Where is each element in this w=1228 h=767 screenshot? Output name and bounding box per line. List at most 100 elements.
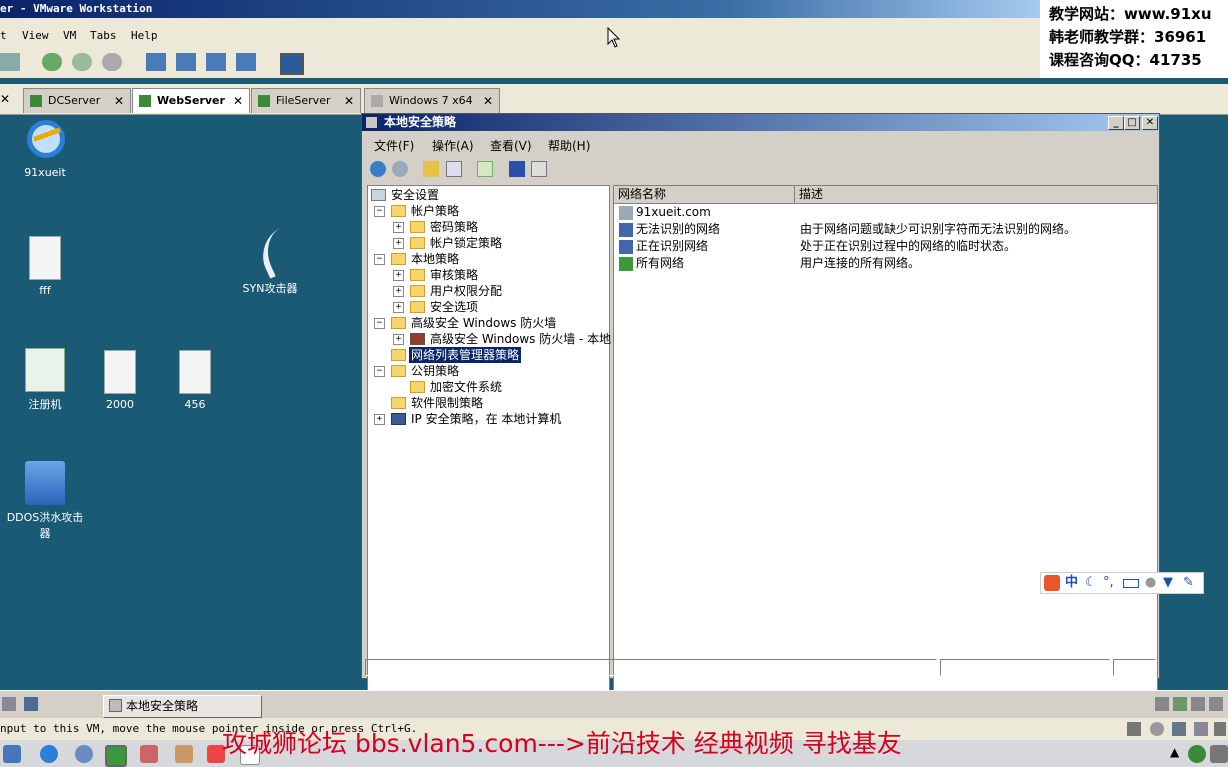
device-icon[interactable] [1127,722,1141,736]
forward-icon[interactable] [392,161,408,177]
tab-close-icon[interactable]: ✕ [0,92,10,106]
folder-icon [391,397,406,409]
menu-help[interactable]: 帮助(H) [548,137,590,154]
quick-switch-icon[interactable] [280,53,304,75]
menu-view[interactable]: View [22,29,49,42]
up-folder-icon[interactable] [423,161,439,177]
ie-icon[interactable] [40,745,58,763]
cd-icon[interactable] [1150,722,1164,736]
punctuation-icon[interactable]: °, [1103,573,1114,593]
collapse-icon[interactable]: − [374,254,385,265]
folder-lock-icon [410,285,425,297]
tab-webserver[interactable]: WebServer ✕ [132,88,250,113]
expand-icon[interactable]: + [393,334,404,345]
close-icon[interactable]: ✕ [114,89,124,113]
tray-icon[interactable] [1191,697,1205,711]
show-hide-tree-icon[interactable] [446,161,462,177]
folder-icon [391,205,406,217]
settings-icon[interactable]: ✎ [1183,573,1194,593]
list-item[interactable]: 91xueit.com [614,204,1157,221]
expand-icon[interactable]: + [393,302,404,313]
export-list-icon[interactable] [477,161,493,177]
tray-icon[interactable] [1173,697,1187,711]
banner-line: 韩老师教学群：36961 [1049,28,1207,46]
tab-windows7[interactable]: Windows 7 x64 ✕ [364,88,500,113]
close-button[interactable]: ✕ [1142,116,1158,130]
folder-lock-icon [410,301,425,313]
unity-icon[interactable] [236,53,256,71]
snapshot-revert-icon[interactable] [72,53,92,71]
properties-icon[interactable] [531,161,547,177]
expand-icon[interactable]: + [393,270,404,281]
close-icon[interactable]: ✕ [344,89,354,113]
skin-icon[interactable]: ▼ [1163,573,1173,593]
menu-view[interactable]: 查看(V) [490,137,532,154]
menu-edit[interactable]: t [0,29,7,42]
maximize-button[interactable]: □ [1124,116,1140,130]
network-icon [619,240,633,254]
expand-icon[interactable]: + [374,414,385,425]
taskbar-item-local-security-policy[interactable]: 本地安全策略 [103,695,262,718]
server-manager-icon[interactable] [24,697,38,711]
menu-action[interactable]: 操作(A) [432,137,474,154]
list-item[interactable]: 所有网络 用户连接的所有网络。 [614,255,1157,272]
collapse-icon[interactable]: − [374,318,385,329]
sidebar-toggle-icon[interactable] [146,53,166,71]
tray-expand-icon[interactable]: ▲ [1170,745,1188,763]
keyboard-icon[interactable] [1123,579,1139,588]
network-adapter-icon[interactable] [1172,722,1186,736]
column-header-network-name[interactable]: 网络名称 [614,186,795,203]
expand-icon[interactable]: + [393,238,404,249]
menu-tabs[interactable]: Tabs [90,29,117,42]
moon-icon[interactable]: ☾ [1085,573,1097,593]
usb-icon[interactable] [1194,722,1208,736]
menu-file[interactable]: 文件(F) [374,137,414,154]
desktop-icon-456[interactable]: 456 [155,350,235,411]
desktop-icon-ddos[interactable]: DDOS洪水攻击器 [5,461,85,541]
collapse-icon[interactable]: − [374,206,385,217]
network-icon[interactable] [0,53,20,71]
volume-icon[interactable] [1210,745,1228,763]
expand-icon[interactable]: + [393,222,404,233]
start-icon[interactable] [3,745,21,763]
tray-icon[interactable] [1209,697,1223,711]
file-icon [29,236,61,280]
ime-toolbar[interactable]: 中 ☾ °, ● ▼ ✎ [1040,572,1204,594]
tab-fileserver[interactable]: FileServer ✕ [251,88,361,113]
vm-icon [371,95,383,107]
minimize-button[interactable]: _ [1108,116,1124,130]
snapshot-manager-icon[interactable] [102,53,122,71]
printer-icon[interactable] [1214,722,1226,736]
expand-icon[interactable]: + [393,286,404,297]
desktop-icon-91xueit[interactable]: 91xueit [5,118,85,179]
list-item[interactable]: 无法识别的网络 由于网络问题或缺少可识别字符而无法识别的网络。 [614,221,1157,238]
close-icon[interactable]: ✕ [233,89,243,113]
ime-mode[interactable]: 中 [1065,573,1078,593]
status-cell [365,659,937,676]
column-header-description[interactable]: 描述 [795,186,1157,203]
user-icon[interactable]: ● [1145,573,1156,593]
desktop-icon-fff[interactable]: fff [5,236,85,297]
help-icon[interactable] [509,161,525,177]
desktop-icon-keygen[interactable]: 注册机 [5,348,85,412]
show-desktop-icon[interactable] [2,697,16,711]
network-list-pane: 网络名称 描述 91xueit.com 无法识别的网络 由于网络问题或缺少可识别… [613,185,1158,740]
desktop-icon-syn[interactable]: SYN攻击器 [230,227,310,296]
collapse-icon[interactable]: − [374,366,385,377]
app-icon[interactable] [175,745,193,763]
fullscreen-icon[interactable] [206,53,226,71]
console-view-icon[interactable] [176,53,196,71]
menu-vm[interactable]: VM [63,29,76,42]
app-icon[interactable] [140,745,158,763]
tab-dcserver[interactable]: DCServer ✕ [23,88,131,113]
snapshot-take-icon[interactable] [42,53,62,71]
close-icon[interactable]: ✕ [483,89,493,113]
desktop-icon-2000[interactable]: 2000 [80,350,160,411]
ie-window-icon[interactable] [105,745,127,767]
media-icon[interactable] [75,745,93,763]
back-icon[interactable] [370,161,386,177]
menu-help[interactable]: Help [131,29,158,42]
list-item[interactable]: 正在识别网络 处于正在识别过程中的网络的临时状态。 [614,238,1157,255]
tray-icon[interactable] [1155,697,1169,711]
tray-icon[interactable] [1188,745,1206,763]
